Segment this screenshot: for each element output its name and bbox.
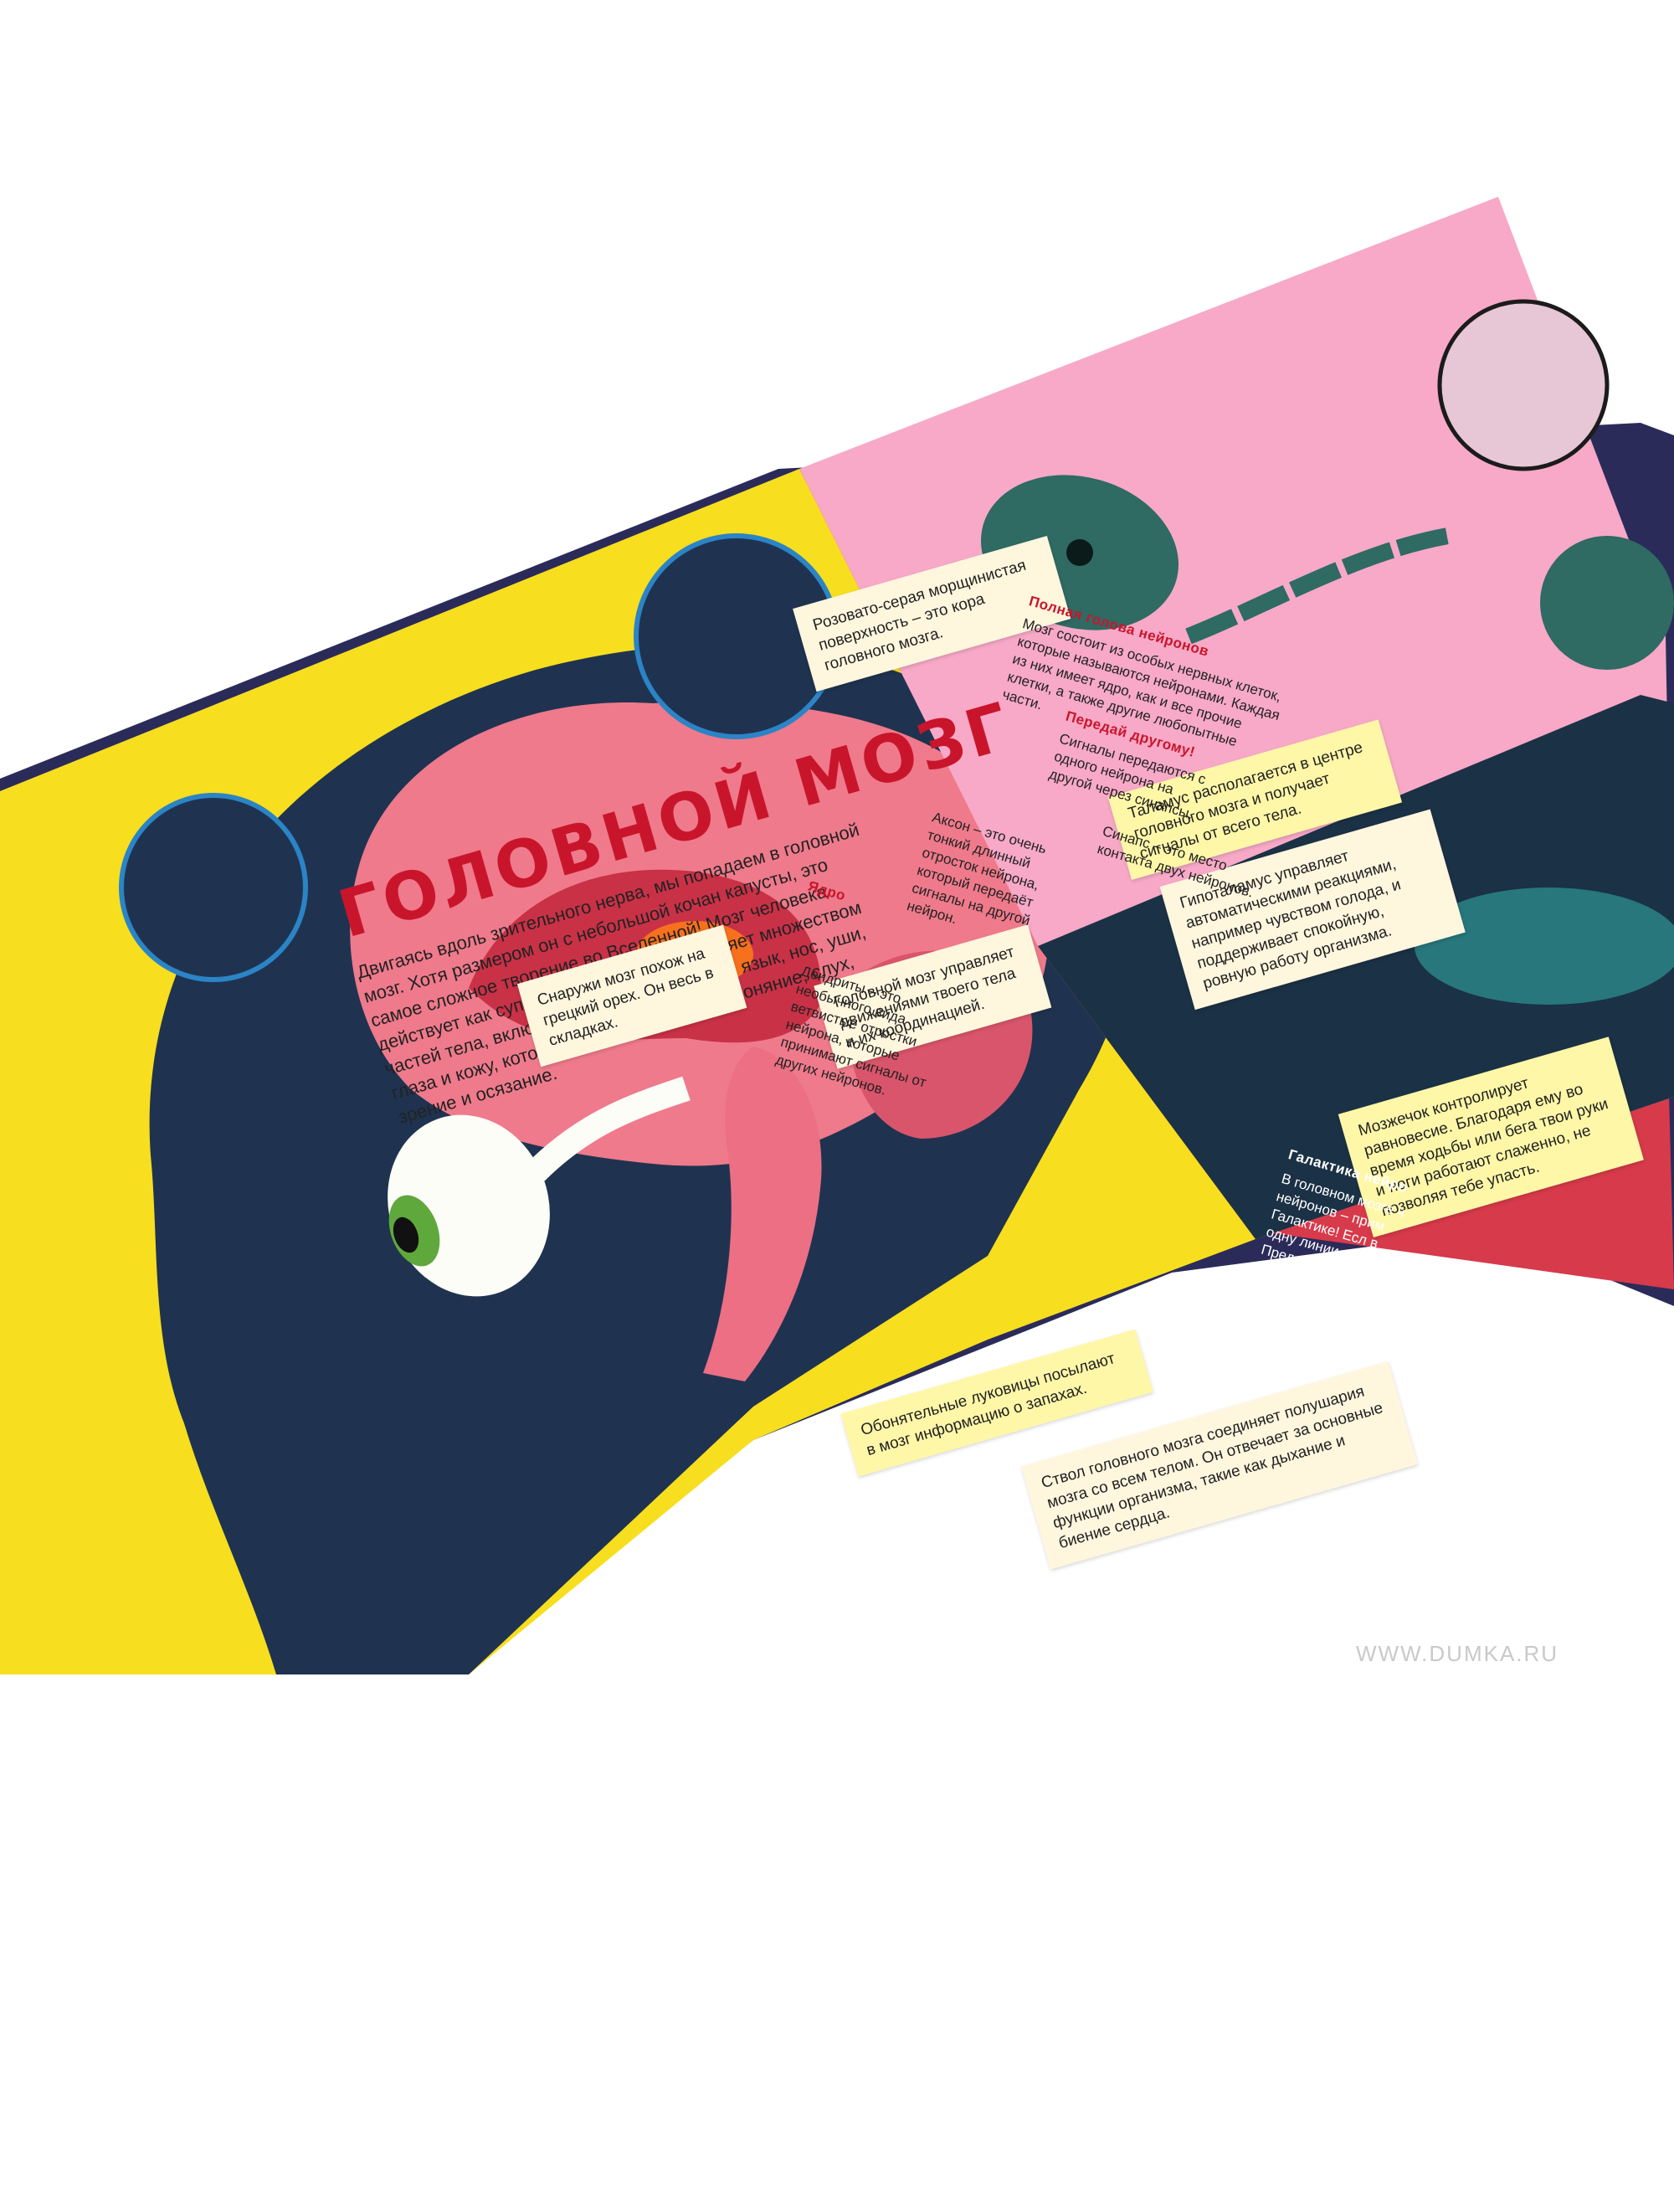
axon-text: Аксон – это очень тонкий длинный отросто… [905, 809, 1049, 929]
book-photo: Головной мозг Двигаясь вдоль зрительного… [0, 0, 1674, 1675]
synapse-text: Синапс – это место контакта двух нейроно… [1095, 822, 1256, 901]
dendrites-text: Дендриты – это необычного вида ветвистые… [773, 963, 928, 1098]
watermark: WWW.DUMKA.RU [1356, 1641, 1559, 1666]
nucleus-label: Ядро [806, 877, 848, 904]
